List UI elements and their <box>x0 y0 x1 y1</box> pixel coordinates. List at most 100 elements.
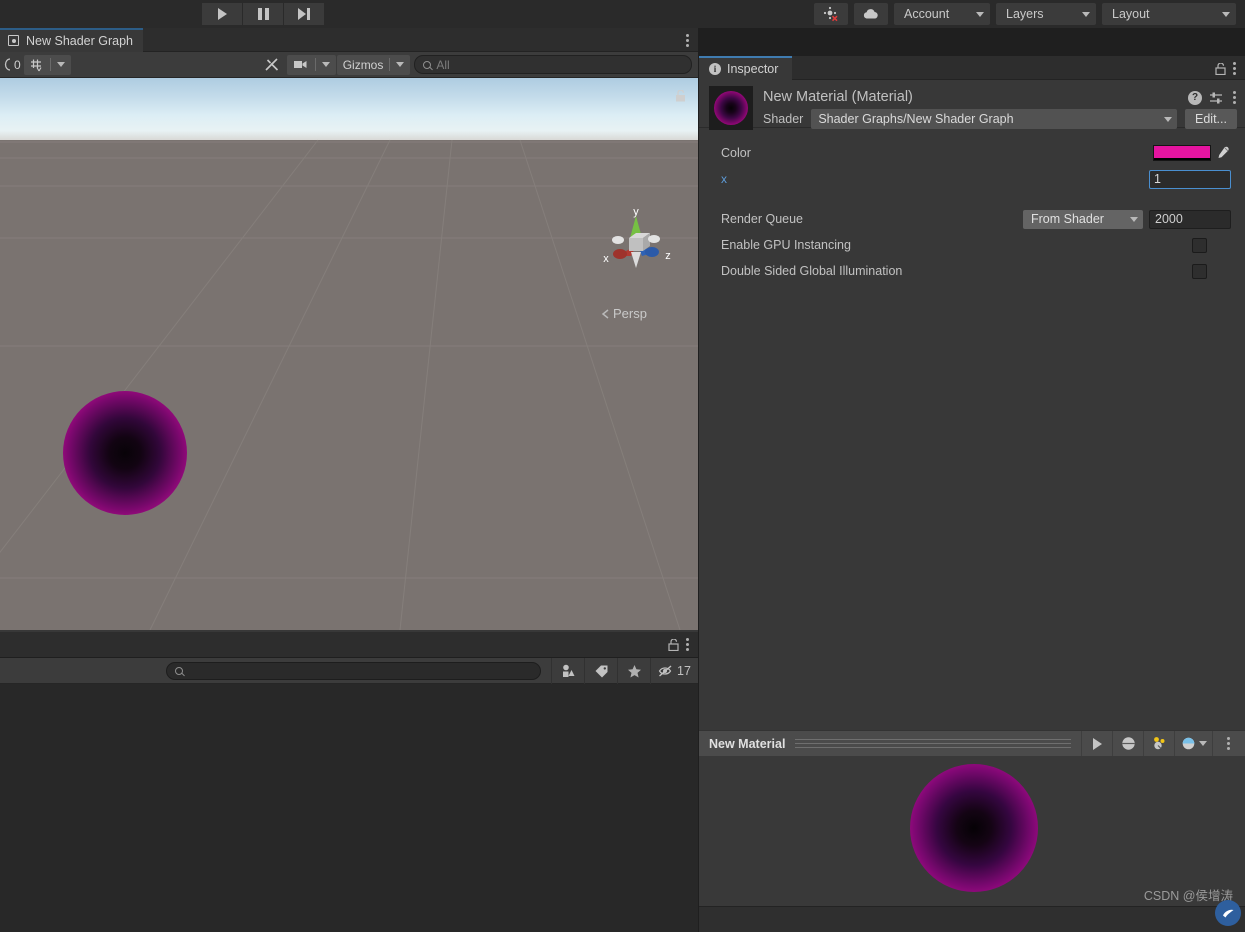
material-preview-sphere <box>714 91 748 125</box>
inspector-footer <box>699 906 1245 932</box>
material-properties: Color x 1 Render Queue From Shader 2000 … <box>699 128 1245 284</box>
layers-dropdown[interactable]: Layers <box>996 3 1096 25</box>
preview-mesh-button[interactable] <box>1112 730 1143 757</box>
project-search-input[interactable] <box>165 661 541 680</box>
chevron-left-icon <box>601 308 609 319</box>
inspector-menu-icon[interactable] <box>1230 59 1239 78</box>
project-toolbar: 17 <box>0 658 698 684</box>
scene-lock-icon[interactable] <box>675 90 686 102</box>
shader-value: Shader Graphs/New Shader Graph <box>818 112 1014 126</box>
unity-editor-window: Account Layers Layout New Shader Graph 0… <box>0 0 1245 932</box>
chevron-down-icon <box>56 62 65 67</box>
playback-controls <box>202 3 324 25</box>
account-dropdown[interactable]: Account <box>894 3 990 25</box>
environment-icon <box>1182 737 1194 750</box>
inspector-lock-icon[interactable] <box>1215 62 1226 75</box>
sphere-icon <box>1121 737 1135 750</box>
preview-header-bar: New Material <box>699 730 1245 757</box>
info-icon: i <box>709 62 721 75</box>
cloud-button[interactable] <box>854 3 888 25</box>
grid-icon <box>24 55 50 75</box>
grid-dropdown-arrow[interactable] <box>51 55 71 75</box>
scene-viewport[interactable]: y x z Persp <box>0 78 698 630</box>
scene-search-field[interactable]: All <box>414 55 692 74</box>
color-swatch[interactable] <box>1153 145 1211 161</box>
toolbar-right-group: Account Layers Layout <box>814 3 1236 25</box>
render-queue-dropdown[interactable]: From Shader <box>1023 209 1143 229</box>
project-tab-actions <box>668 635 692 654</box>
help-icon[interactable]: ? <box>1188 90 1202 105</box>
preview-lighting-button[interactable] <box>1143 730 1174 757</box>
material-thumbnail <box>709 86 753 130</box>
tools-button[interactable] <box>257 54 286 75</box>
tab-inspector[interactable]: i Inspector <box>699 55 793 80</box>
gizmos-dropdown-arrow[interactable] <box>390 55 410 75</box>
svg-text:y: y <box>633 206 639 218</box>
gizmos-control[interactable]: Gizmos <box>336 54 411 75</box>
edit-shader-button[interactable]: Edit... <box>1185 109 1237 129</box>
render-queue-value-input[interactable]: 2000 <box>1149 209 1231 229</box>
gpu-instancing-label: Enable GPU Instancing <box>721 238 851 252</box>
shapes-filter-icon <box>563 664 575 677</box>
preview-env-dropdown[interactable] <box>1174 730 1212 757</box>
favorites-button[interactable] <box>617 658 650 684</box>
preset-icon[interactable] <box>1209 91 1223 105</box>
preview-title: New Material <box>709 736 786 751</box>
account-label: Account <box>904 7 950 21</box>
eyedropper-icon[interactable] <box>1215 145 1231 161</box>
preview-play-button[interactable] <box>1081 730 1112 757</box>
pause-button[interactable] <box>243 3 283 25</box>
camera-dropdown-arrow[interactable] <box>316 55 336 75</box>
layers-label: Layers <box>1006 7 1044 21</box>
filter-by-label-button[interactable] <box>584 658 617 684</box>
scene-sphere-object[interactable] <box>63 391 187 515</box>
vector-x-input[interactable]: 1 <box>1149 169 1231 189</box>
gpu-instancing-checkbox[interactable] <box>1192 237 1207 253</box>
material-header: New Material (Material) Shader Shader Gr… <box>699 80 1245 130</box>
scene-tabbar: New Shader Graph <box>0 27 698 52</box>
render-queue-label: Render Queue <box>721 212 804 226</box>
inspector-tabbar: i Inspector <box>699 55 1245 80</box>
filter-by-type-button[interactable] <box>551 658 584 684</box>
layout-dropdown[interactable]: Layout <box>1102 3 1236 25</box>
star-icon <box>627 664 641 677</box>
shader-dropdown[interactable]: Shader Graphs/New Shader Graph <box>811 109 1177 129</box>
collab-error-button[interactable] <box>814 3 848 25</box>
camera-icon <box>287 55 315 75</box>
scene-orientation-gizmo[interactable]: y x z <box>598 206 674 286</box>
scene-camera-control[interactable] <box>286 54 336 75</box>
play-icon <box>217 8 227 20</box>
project-lock-icon[interactable] <box>668 638 679 651</box>
toolbar-spacer <box>71 54 257 75</box>
scene-menu-icon[interactable] <box>683 31 692 50</box>
chevron-down-icon <box>1198 741 1207 746</box>
grid-visibility-control[interactable] <box>23 54 71 75</box>
shaded-count: 0 <box>14 57 21 72</box>
cloud-icon <box>863 9 878 19</box>
preview-menu-button[interactable] <box>1212 730 1243 757</box>
chevron-down-icon <box>1222 11 1230 17</box>
perspective-toggle[interactable]: Persp <box>600 306 647 321</box>
gizmos-label: Gizmos <box>342 57 384 72</box>
hidden-count-label: 17 <box>677 664 691 678</box>
color-label: Color <box>721 146 751 160</box>
project-menu-icon[interactable] <box>683 635 692 654</box>
material-menu-icon[interactable] <box>1230 88 1239 107</box>
hidden-assets-count[interactable]: 17 <box>650 658 698 684</box>
render-queue-value: 2000 <box>1155 212 1183 226</box>
play-button[interactable] <box>202 3 242 25</box>
render-queue-mode: From Shader <box>1031 212 1104 226</box>
chevron-down-icon <box>321 62 330 67</box>
tab-new-shader-graph[interactable]: New Shader Graph <box>0 27 144 52</box>
material-preview-viewport[interactable] <box>699 756 1245 906</box>
scene-grid <box>0 139 698 630</box>
color-swatch-fill <box>1154 146 1210 158</box>
svg-text:x: x <box>603 253 609 265</box>
step-button[interactable] <box>284 3 324 25</box>
project-tabbar <box>0 632 698 658</box>
scene-search-placeholder: All <box>436 57 450 72</box>
double-sided-gi-checkbox[interactable] <box>1192 263 1207 279</box>
project-content-area[interactable] <box>0 684 698 932</box>
preview-drag-lines[interactable] <box>795 739 1071 748</box>
play-icon <box>1092 737 1102 750</box>
